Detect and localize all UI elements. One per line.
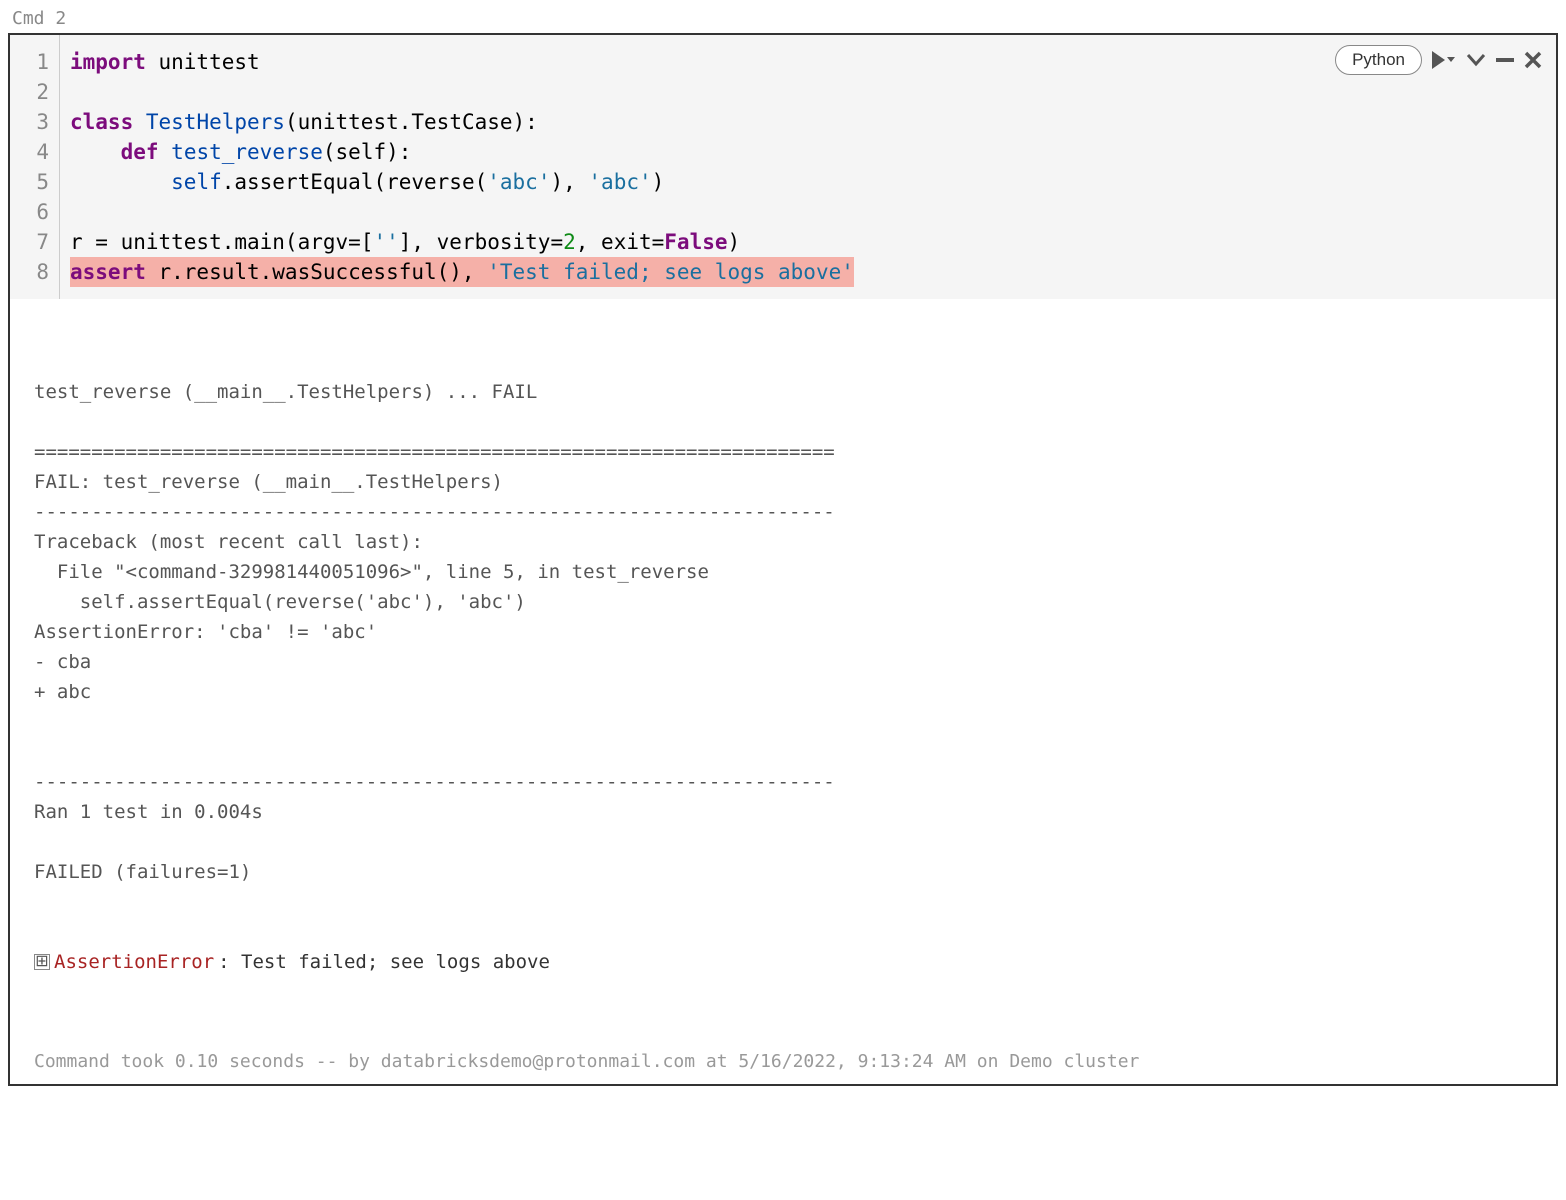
code-line[interactable]: class TestHelpers(unittest.TestCase): bbox=[70, 107, 1546, 137]
code-line[interactable]: assert r.result.wasSuccessful(), 'Test f… bbox=[70, 257, 1546, 287]
code-line[interactable]: def test_reverse(self): bbox=[70, 137, 1546, 167]
notebook-cell: Python bbox=[8, 33, 1558, 1086]
line-number: 5 bbox=[10, 167, 59, 197]
minimize-icon[interactable] bbox=[1496, 53, 1514, 67]
expand-icon[interactable]: ⊞ bbox=[34, 954, 50, 970]
code-editor[interactable]: Python bbox=[10, 35, 1556, 299]
status-line: Command took 0.10 seconds -- by databric… bbox=[10, 1043, 1556, 1084]
error-name: AssertionError bbox=[54, 947, 214, 977]
code-content[interactable]: import unittest class TestHelpers(unitte… bbox=[60, 35, 1556, 299]
run-icon[interactable] bbox=[1432, 51, 1456, 69]
chevron-down-icon[interactable] bbox=[1466, 53, 1486, 67]
line-number: 1 bbox=[10, 47, 59, 77]
close-icon[interactable] bbox=[1524, 51, 1542, 69]
code-line[interactable]: self.assertEqual(reverse('abc'), 'abc') bbox=[70, 167, 1546, 197]
line-number-gutter: 12345678 bbox=[10, 35, 60, 299]
cell-label: Cmd 2 bbox=[8, 8, 1558, 29]
cell-output: test_reverse (__main__.TestHelpers) ... … bbox=[10, 299, 1556, 1043]
line-number: 4 bbox=[10, 137, 59, 167]
line-number: 7 bbox=[10, 227, 59, 257]
language-badge[interactable]: Python bbox=[1335, 45, 1422, 75]
code-line[interactable] bbox=[70, 77, 1546, 107]
error-message: : Test failed; see logs above bbox=[218, 947, 550, 977]
line-number: 6 bbox=[10, 197, 59, 227]
code-line[interactable]: r = unittest.main(argv=[''], verbosity=2… bbox=[70, 227, 1546, 257]
cell-container: Cmd 2 Python bbox=[8, 8, 1558, 1086]
code-line[interactable] bbox=[70, 197, 1546, 227]
cell-toolbar: Python bbox=[1335, 45, 1542, 75]
code-line[interactable]: import unittest bbox=[70, 47, 1546, 77]
line-number: 8 bbox=[10, 257, 59, 287]
output-text: test_reverse (__main__.TestHelpers) ... … bbox=[34, 377, 1532, 887]
error-summary[interactable]: ⊞ AssertionError : Test failed; see logs… bbox=[34, 947, 1532, 977]
line-number: 2 bbox=[10, 77, 59, 107]
line-number: 3 bbox=[10, 107, 59, 137]
